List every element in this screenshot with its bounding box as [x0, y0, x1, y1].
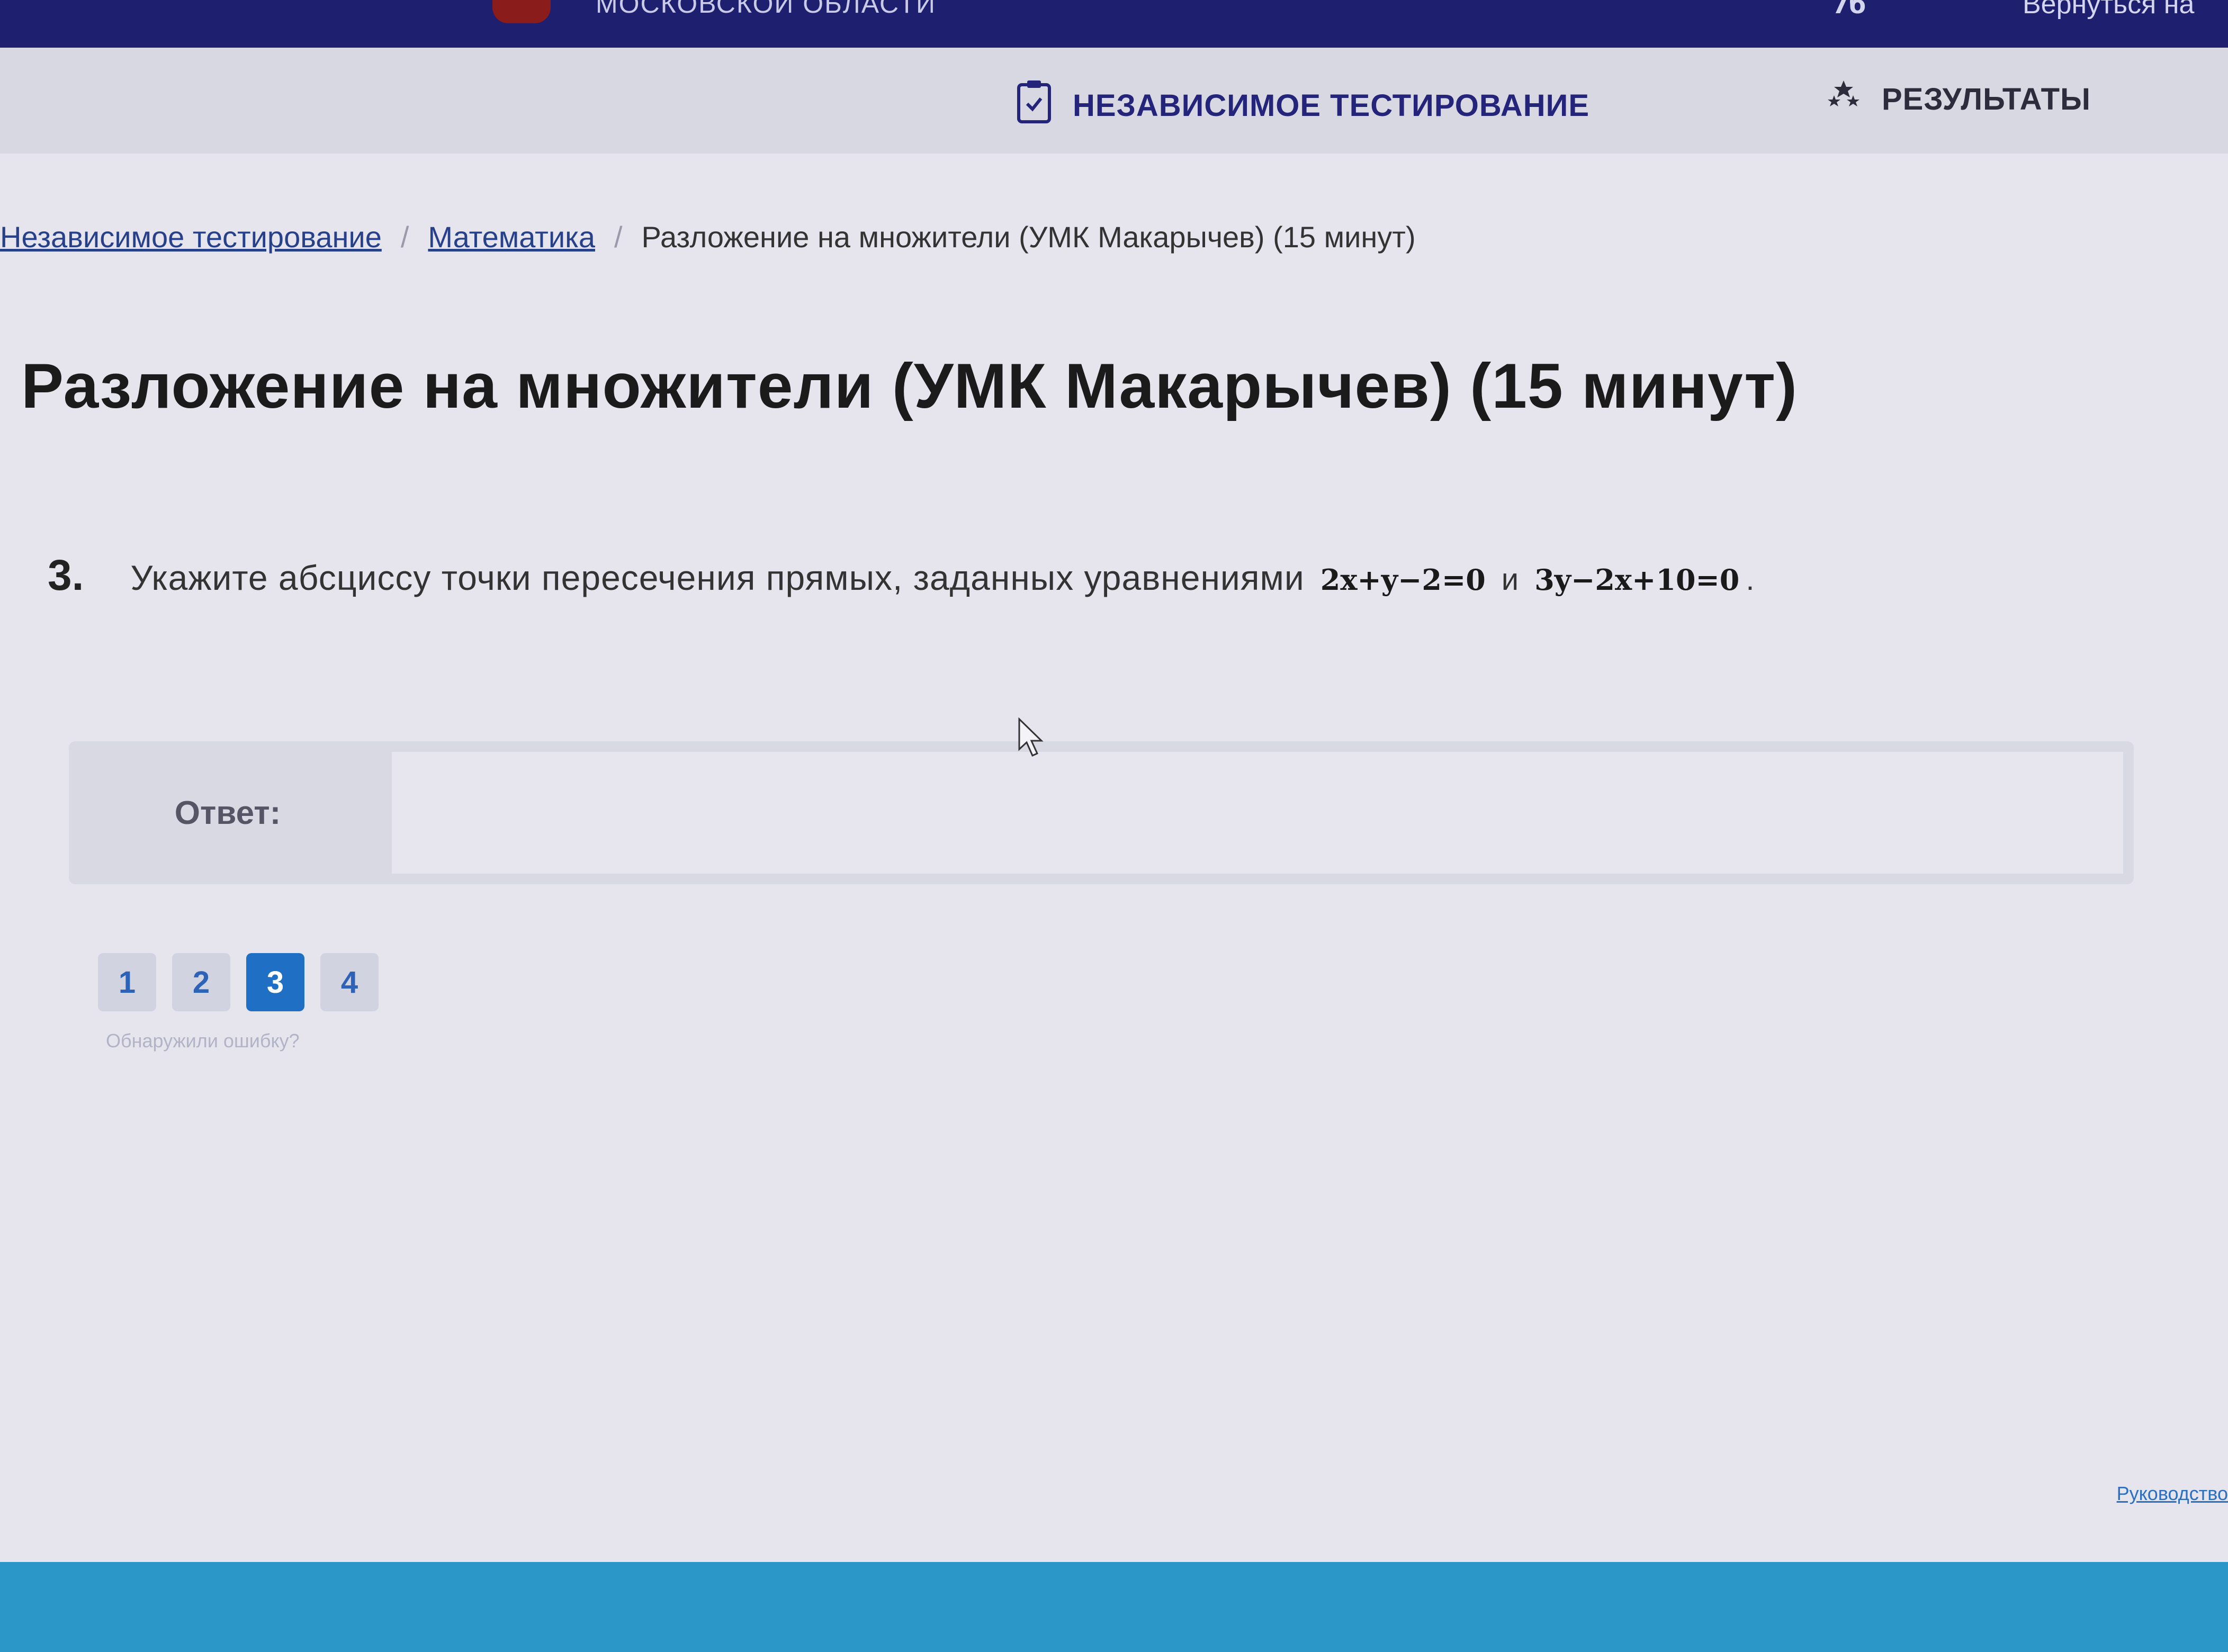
nav-results[interactable]: РЕЗУЛЬТАТЫ [1827, 79, 2091, 119]
question-text: Укажите абсциссу точки пересечения прямы… [130, 558, 1305, 597]
nav-independent-testing[interactable]: НЕЗАВИСИМОЕ ТЕСТИРОВАНИЕ [1017, 79, 1589, 131]
question-pager: 1 2 3 4 [98, 953, 394, 1011]
clipboard-check-icon [1017, 79, 1052, 131]
footer-guide-link[interactable]: Руководство [2117, 1483, 2228, 1505]
equation-2: 3y−2x+10=0 [1534, 563, 1740, 597]
footer-bar [0, 1562, 2228, 1652]
question: 3. Укажите абсциссу точки пересечения пр… [48, 551, 1755, 600]
breadcrumb-mathematics[interactable]: Математика [428, 220, 595, 254]
answer-row: Ответ: [69, 741, 2134, 884]
top-bar: МОСКОВСКОЙ ОБЛАСТИ 7б Вернуться на [0, 0, 2228, 48]
page-button-2[interactable]: 2 [172, 953, 230, 1011]
question-end: . [1746, 562, 1755, 597]
page-title: Разложение на множители (УМК Макарычев) … [21, 351, 1798, 421]
breadcrumb-separator: / [400, 220, 409, 254]
breadcrumb-independent-testing[interactable]: Независимое тестирование [0, 220, 382, 254]
nav-independent-testing-label: НЕЗАВИСИМОЕ ТЕСТИРОВАНИЕ [1073, 88, 1590, 123]
region-text: МОСКОВСКОЙ ОБЛАСТИ [596, 0, 936, 19]
mouse-cursor-icon [1018, 717, 1044, 760]
question-conjunction: и [1501, 562, 1519, 597]
breadcrumb-current: Разложение на множители (УМК Макарычев) … [641, 220, 1416, 254]
breadcrumb-separator: / [614, 220, 623, 254]
breadcrumb: Независимое тестирование / Математика / … [0, 220, 1416, 254]
answer-label: Ответ: [174, 794, 281, 831]
answer-input[interactable] [392, 752, 2123, 874]
question-number: 3. [48, 551, 84, 599]
back-link[interactable]: Вернуться на [2023, 0, 2194, 20]
stars-icon [1827, 79, 1861, 119]
nav-results-label: РЕЗУЛЬТАТЫ [1882, 82, 2091, 116]
equation-1: 2x+y−2=0 [1320, 563, 1486, 597]
page-button-4[interactable]: 4 [320, 953, 379, 1011]
region-crest-icon [492, 0, 551, 23]
user-class-label[interactable]: 7б [1832, 0, 1866, 19]
page-button-1[interactable]: 1 [98, 953, 156, 1011]
report-error-link[interactable]: Обнаружили ошибку? [106, 1030, 300, 1052]
page-button-3-active[interactable]: 3 [246, 953, 304, 1011]
main-nav: НЕЗАВИСИМОЕ ТЕСТИРОВАНИЕ РЕЗУЛЬТАТЫ [0, 48, 2228, 154]
